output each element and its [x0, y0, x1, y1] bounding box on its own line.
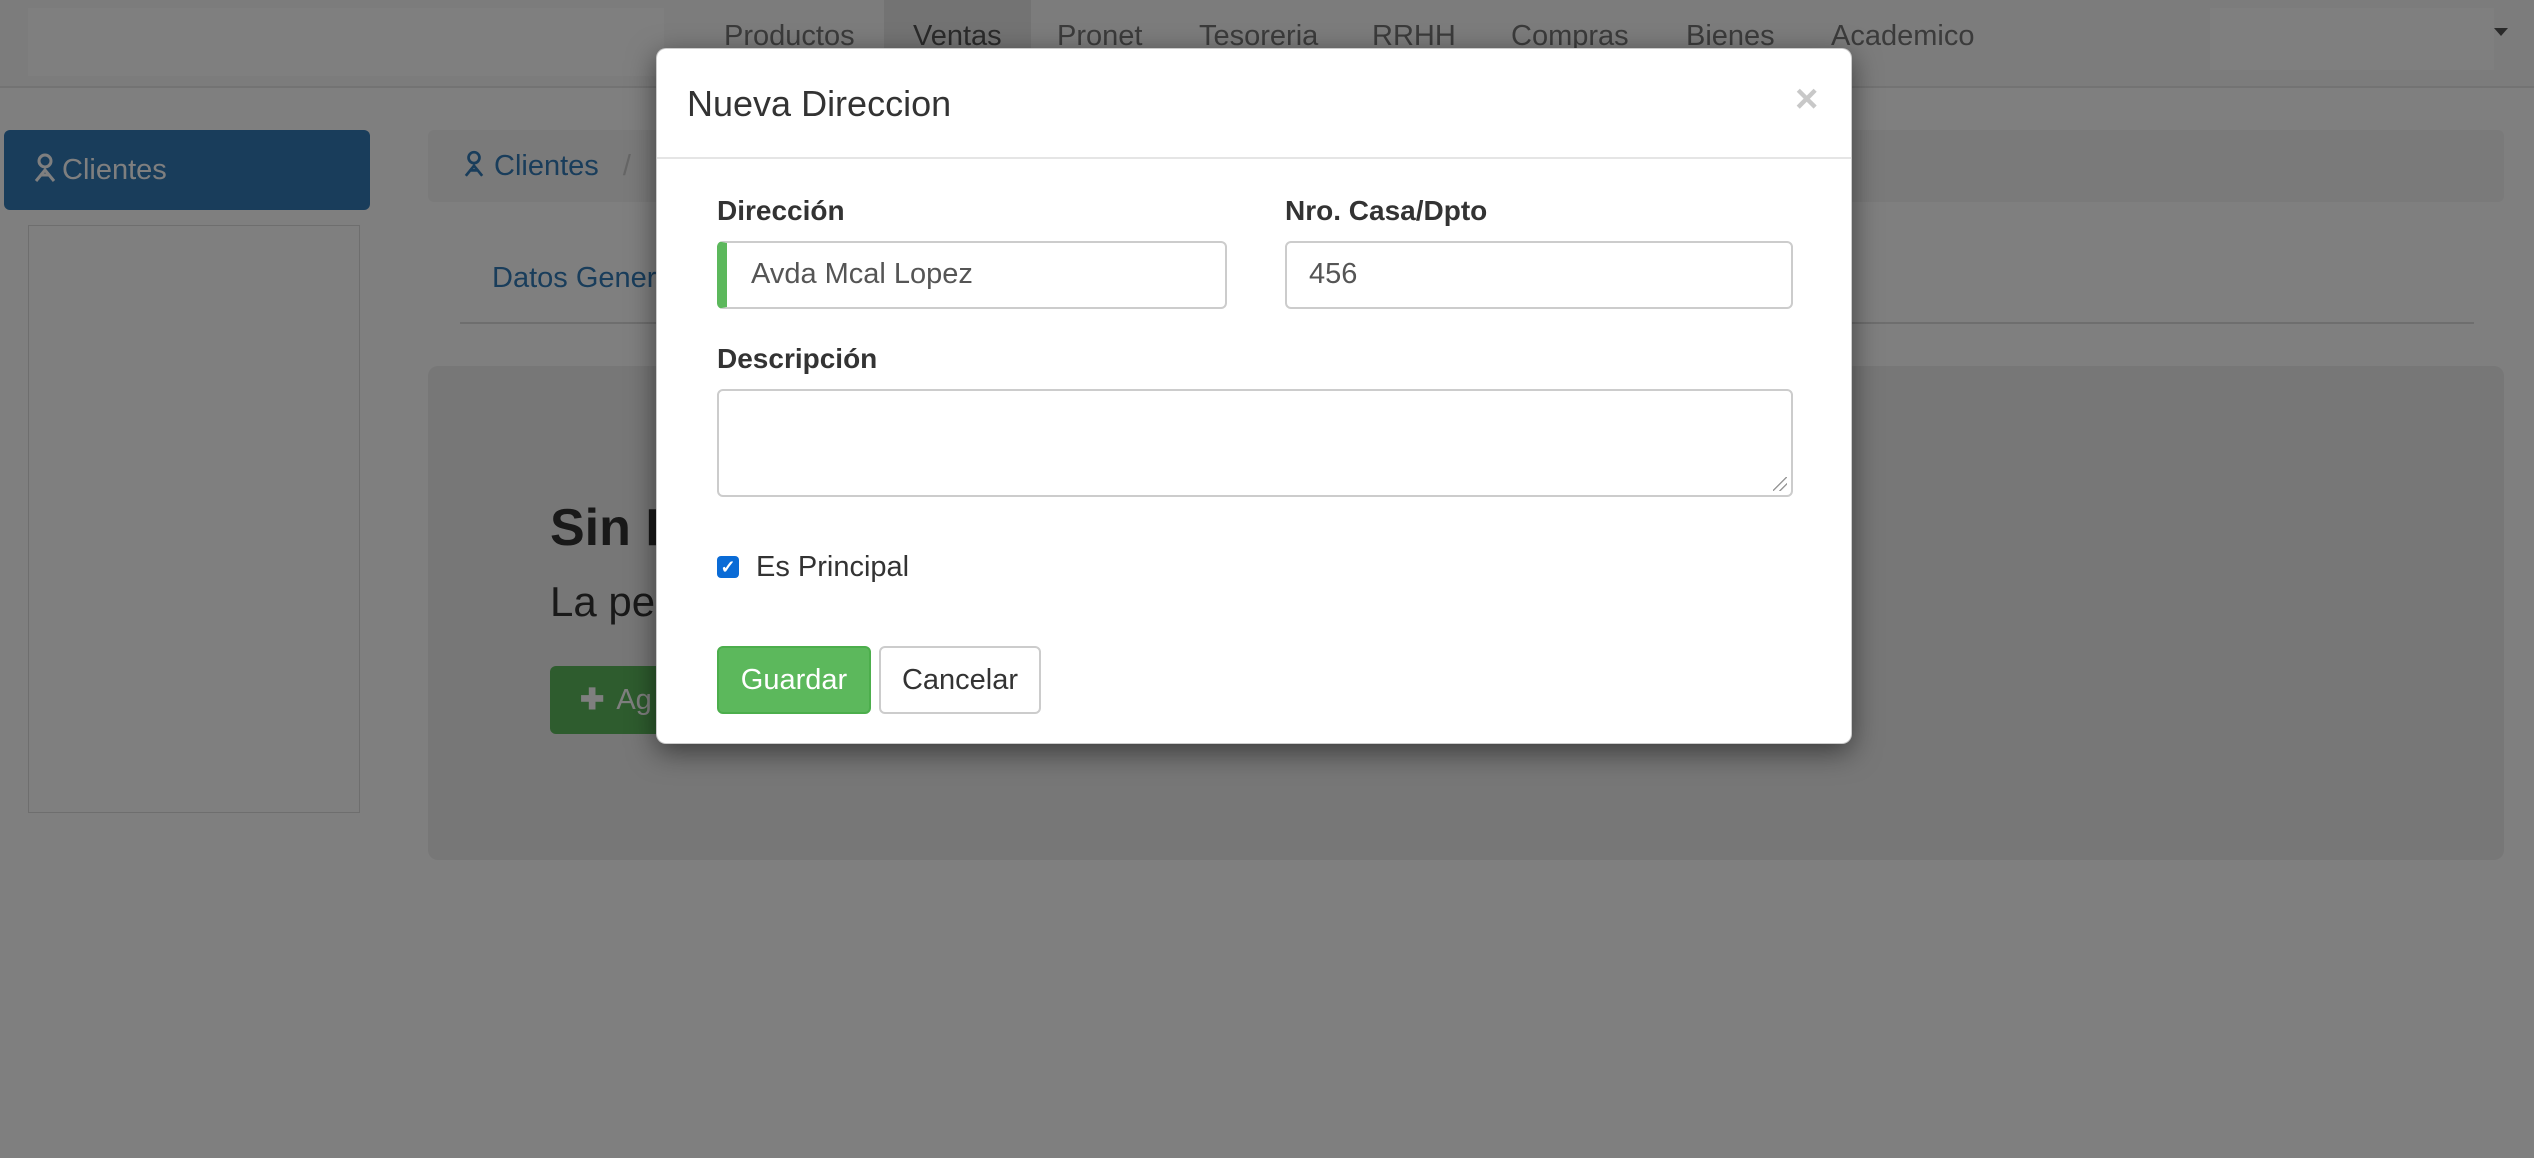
descripcion-label: Descripción: [717, 343, 878, 374]
cancelar-button[interactable]: Cancelar: [879, 646, 1041, 714]
descripcion-textarea[interactable]: [717, 389, 1793, 497]
close-icon[interactable]: ×: [1795, 79, 1818, 119]
resize-handle-icon[interactable]: [1773, 477, 1787, 491]
nro-casa-label: Nro. Casa/Dpto: [1285, 195, 1488, 226]
guardar-button[interactable]: Guardar: [717, 646, 871, 714]
nro-casa-input[interactable]: 456: [1285, 241, 1793, 309]
modal-header: Nueva Direccion ×: [657, 49, 1851, 159]
direccion-label: Dirección: [717, 195, 845, 226]
es-principal-label[interactable]: Es Principal: [756, 551, 909, 584]
modal-title: Nueva Direccion: [687, 83, 952, 124]
nueva-direccion-modal: Nueva Direccion × Dirección Avda Mcal Lo…: [656, 48, 1852, 744]
es-principal-checkbox[interactable]: ✓: [717, 556, 739, 578]
direccion-input[interactable]: Avda Mcal Lopez: [717, 241, 1227, 309]
